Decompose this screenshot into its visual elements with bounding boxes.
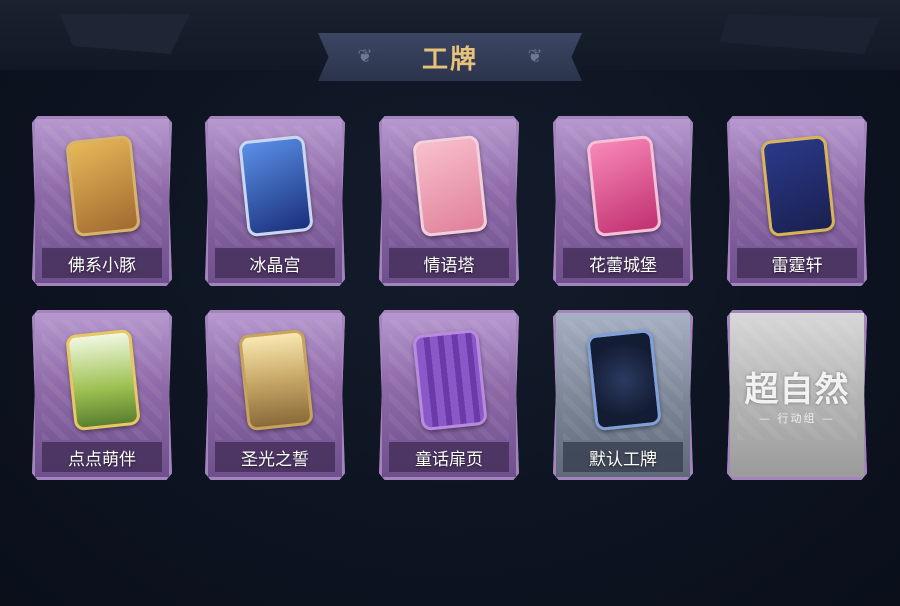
card-label: 雷霆轩 bbox=[771, 255, 823, 276]
badge-card[interactable]: 默认工牌 bbox=[553, 310, 693, 480]
card-art bbox=[238, 328, 314, 432]
badge-card[interactable]: 情语塔 bbox=[379, 116, 519, 286]
card-art bbox=[65, 134, 141, 238]
card-art bbox=[412, 134, 488, 238]
game-logo: 超自然 bbox=[744, 370, 850, 410]
card-label-bar: 冰晶宫 bbox=[215, 248, 335, 278]
card-label: 冰晶宫 bbox=[249, 255, 301, 276]
card-label: 花蕾城堡 bbox=[589, 255, 657, 276]
title-banner: ❦ 工牌 ❦ bbox=[318, 33, 582, 81]
card-label: 情语塔 bbox=[423, 255, 475, 276]
page-title: 工牌 bbox=[421, 44, 478, 75]
badge-card[interactable]: 花蕾城堡 bbox=[553, 116, 693, 286]
badge-card[interactable]: 圣光之誓 bbox=[205, 310, 345, 480]
card-art bbox=[65, 328, 141, 432]
decor-shard bbox=[60, 14, 190, 54]
card-label-bar: 雷霆轩 bbox=[737, 248, 857, 278]
card-label: 佛系小豚 bbox=[68, 255, 136, 276]
game-logo-subtitle: — 行动组 — bbox=[759, 412, 835, 425]
card-label: 点点萌伴 bbox=[68, 449, 136, 470]
card-label-bar: 点点萌伴 bbox=[42, 442, 162, 472]
card-label-bar: 圣光之誓 bbox=[215, 442, 335, 472]
card-art bbox=[238, 134, 314, 238]
decor-shard bbox=[720, 14, 880, 54]
swirl-ornament-icon: ❦ bbox=[357, 45, 373, 67]
badge-card[interactable]: 超自然 — 行动组 — bbox=[727, 310, 867, 480]
card-label-bar: 童话扉页 bbox=[389, 442, 509, 472]
card-art bbox=[760, 134, 836, 238]
card-label-bar: 默认工牌 bbox=[563, 442, 683, 472]
badge-card[interactable]: 点点萌伴 bbox=[32, 310, 172, 480]
card-label: 童话扉页 bbox=[415, 449, 483, 470]
card-label-bar: 佛系小豚 bbox=[42, 248, 162, 278]
card-label: 默认工牌 bbox=[589, 449, 657, 470]
swirl-ornament-icon: ❦ bbox=[527, 45, 543, 67]
badge-card[interactable]: 童话扉页 bbox=[379, 310, 519, 480]
card-label: 圣光之誓 bbox=[241, 449, 309, 470]
card-label-bar: 情语塔 bbox=[389, 248, 509, 278]
card-label-bar: 花蕾城堡 bbox=[563, 248, 683, 278]
badge-card[interactable]: 佛系小豚 bbox=[32, 116, 172, 286]
card-art bbox=[586, 328, 662, 432]
badge-card[interactable]: 雷霆轩 bbox=[727, 116, 867, 286]
badge-card[interactable]: 冰晶宫 bbox=[205, 116, 345, 286]
card-art bbox=[586, 134, 662, 238]
card-art bbox=[412, 328, 488, 432]
